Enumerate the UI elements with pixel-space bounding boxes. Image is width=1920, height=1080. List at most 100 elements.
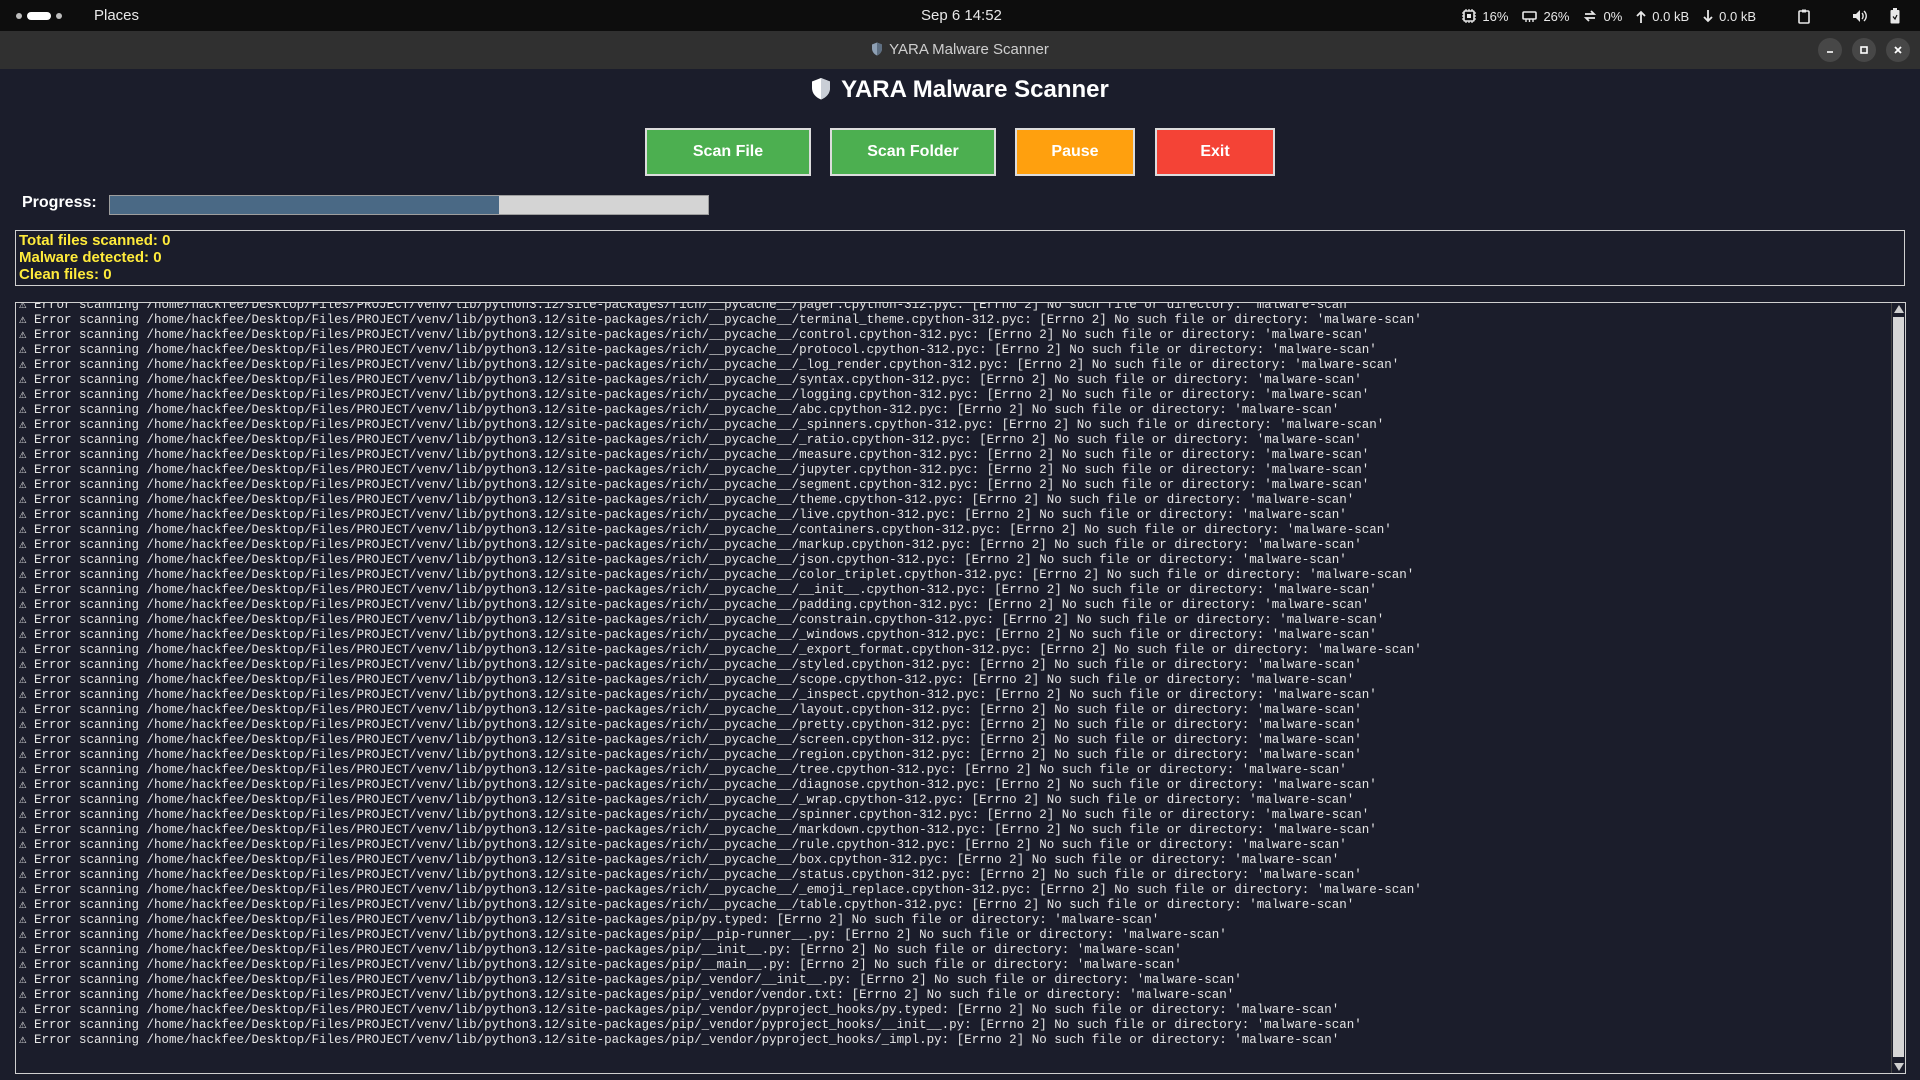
memory-value: 26% — [1543, 8, 1570, 24]
log-line: ⚠ Error scanning /home/hackfee/Desktop/F… — [19, 778, 1377, 792]
scan-file-button[interactable]: Scan File — [645, 128, 811, 176]
cpu-indicator[interactable]: 16% — [1462, 9, 1508, 24]
app-title: YARA Malware Scanner — [0, 76, 1920, 104]
minimize-icon — [1827, 51, 1833, 53]
swap-indicator[interactable]: 0% — [1583, 9, 1622, 24]
arrow-down-icon — [1703, 9, 1713, 22]
scan-log[interactable]: ⚠ Error scanning /home/hackfee/Desktop/F… — [15, 302, 1906, 1074]
upload-indicator[interactable]: 0.0 kB — [1636, 9, 1689, 24]
log-line: ⚠ Error scanning /home/hackfee/Desktop/F… — [19, 433, 1362, 447]
log-line: ⚠ Error scanning /home/hackfee/Desktop/F… — [19, 343, 1377, 357]
log-line: ⚠ Error scanning /home/hackfee/Desktop/F… — [19, 673, 1355, 687]
log-line: ⚠ Error scanning /home/hackfee/Desktop/F… — [19, 478, 1370, 492]
log-line: ⚠ Error scanning /home/hackfee/Desktop/F… — [19, 313, 1422, 327]
window-title-text: YARA Malware Scanner — [889, 41, 1049, 58]
clock[interactable]: Sep 6 14:52 — [921, 7, 1002, 24]
arrow-up-icon — [1636, 10, 1646, 23]
places-menu[interactable]: Places — [94, 7, 139, 24]
memory-icon — [1522, 11, 1538, 22]
exit-button[interactable]: Exit — [1155, 128, 1275, 176]
battery-icon — [1890, 8, 1900, 24]
log-line: ⚠ Error scanning /home/hackfee/Desktop/F… — [19, 853, 1340, 867]
window-titlebar[interactable]: YARA Malware Scanner — [0, 31, 1920, 69]
log-line: ⚠ Error scanning /home/hackfee/Desktop/F… — [19, 538, 1362, 552]
maximize-button[interactable] — [1852, 38, 1876, 62]
download-indicator[interactable]: 0.0 kB — [1703, 9, 1756, 24]
app-title-text: YARA Malware Scanner — [841, 76, 1109, 103]
volume-icon — [1853, 10, 1867, 22]
log-line: ⚠ Error scanning /home/hackfee/Desktop/F… — [19, 388, 1370, 402]
log-line: ⚠ Error scanning /home/hackfee/Desktop/F… — [19, 373, 1362, 387]
swap-value: 0% — [1603, 8, 1623, 24]
log-line: ⚠ Error scanning /home/hackfee/Desktop/F… — [19, 463, 1370, 477]
log-line: ⚠ Error scanning /home/hackfee/Desktop/F… — [19, 598, 1370, 612]
log-line: ⚠ Error scanning /home/hackfee/Desktop/F… — [19, 448, 1370, 462]
log-line: ⚠ Error scanning /home/hackfee/Desktop/F… — [19, 1018, 1362, 1032]
log-line: ⚠ Error scanning /home/hackfee/Desktop/F… — [19, 583, 1377, 597]
log-line: ⚠ Error scanning /home/hackfee/Desktop/F… — [19, 958, 1182, 972]
log-line: ⚠ Error scanning /home/hackfee/Desktop/F… — [19, 493, 1355, 507]
clean-files-stat: Clean files: 0 — [19, 266, 112, 283]
log-line: ⚠ Error scanning /home/hackfee/Desktop/F… — [19, 553, 1347, 567]
scroll-down-arrow-icon[interactable] — [1894, 1063, 1904, 1071]
download-value: 0.0 kB — [1719, 8, 1756, 24]
minimize-button[interactable] — [1818, 38, 1842, 62]
log-line: ⚠ Error scanning /home/hackfee/Desktop/F… — [19, 1003, 1340, 1017]
close-icon — [1894, 46, 1902, 54]
workspace-indicator[interactable] — [16, 11, 62, 21]
log-line: ⚠ Error scanning /home/hackfee/Desktop/F… — [19, 928, 1227, 942]
app-window: YARA Malware Scanner Scan File Scan Fold… — [0, 69, 1920, 1080]
workspace-dot — [16, 13, 22, 19]
window-title: YARA Malware Scanner — [0, 41, 1920, 58]
log-line: ⚠ Error scanning /home/hackfee/Desktop/F… — [19, 523, 1392, 537]
progress-bar — [109, 195, 709, 215]
pause-button[interactable]: Pause — [1015, 128, 1135, 176]
log-line: ⚠ Error scanning /home/hackfee/Desktop/F… — [19, 328, 1370, 342]
scan-log-lines: ⚠ Error scanning /home/hackfee/Desktop/F… — [19, 302, 1422, 1048]
scan-folder-button[interactable]: Scan Folder — [830, 128, 996, 176]
log-line: ⚠ Error scanning /home/hackfee/Desktop/F… — [19, 403, 1340, 417]
scroll-up-arrow-icon[interactable] — [1894, 305, 1904, 313]
log-line: ⚠ Error scanning /home/hackfee/Desktop/F… — [19, 943, 1182, 957]
log-line: ⚠ Error scanning /home/hackfee/Desktop/F… — [19, 658, 1362, 672]
volume-indicator[interactable] — [1852, 9, 1874, 23]
log-line: ⚠ Error scanning /home/hackfee/Desktop/F… — [19, 808, 1370, 822]
shield-icon — [812, 78, 831, 100]
scroll-thumb[interactable] — [1893, 317, 1904, 1057]
log-line: ⚠ Error scanning /home/hackfee/Desktop/F… — [19, 508, 1347, 522]
clipboard-indicator[interactable] — [1798, 9, 1816, 24]
clipboard-icon — [1798, 9, 1810, 24]
progress-label: Progress: — [22, 194, 97, 211]
progress-bar-fill — [110, 196, 499, 214]
log-line: ⚠ Error scanning /home/hackfee/Desktop/F… — [19, 823, 1377, 837]
log-line: ⚠ Error scanning /home/hackfee/Desktop/F… — [19, 868, 1362, 882]
battery-indicator[interactable] — [1890, 8, 1906, 24]
swap-icon — [1584, 10, 1597, 22]
log-line: ⚠ Error scanning /home/hackfee/Desktop/F… — [19, 688, 1377, 702]
log-line: ⚠ Error scanning /home/hackfee/Desktop/F… — [19, 913, 1160, 927]
log-line: ⚠ Error scanning /home/hackfee/Desktop/F… — [19, 838, 1347, 852]
log-line: ⚠ Error scanning /home/hackfee/Desktop/F… — [19, 898, 1355, 912]
log-scrollbar[interactable] — [1891, 303, 1905, 1073]
log-line: ⚠ Error scanning /home/hackfee/Desktop/F… — [19, 703, 1362, 717]
workspace-dot — [56, 13, 62, 19]
total-scanned-stat: Total files scanned: 0 — [19, 232, 171, 249]
log-line: ⚠ Error scanning /home/hackfee/Desktop/F… — [19, 733, 1362, 747]
stats-panel: Total files scanned: 0 Malware detected:… — [15, 230, 1905, 286]
active-workspace-pill — [27, 12, 51, 20]
log-line: ⚠ Error scanning /home/hackfee/Desktop/F… — [19, 418, 1385, 432]
log-line: ⚠ Error scanning /home/hackfee/Desktop/F… — [19, 1033, 1340, 1047]
close-button[interactable] — [1886, 38, 1910, 62]
cpu-value: 16% — [1482, 8, 1509, 24]
memory-indicator[interactable]: 26% — [1522, 9, 1569, 24]
log-line: ⚠ Error scanning /home/hackfee/Desktop/F… — [19, 628, 1377, 642]
log-line: ⚠ Error scanning /home/hackfee/Desktop/F… — [19, 613, 1385, 627]
top-panel: Places Sep 6 14:52 16% 26% 0% 0.0 kB 0.0… — [0, 0, 1920, 31]
log-line: ⚠ Error scanning /home/hackfee/Desktop/F… — [19, 302, 1355, 312]
maximize-icon — [1860, 46, 1868, 54]
shield-icon — [872, 42, 883, 56]
log-line: ⚠ Error scanning /home/hackfee/Desktop/F… — [19, 718, 1362, 732]
log-line: ⚠ Error scanning /home/hackfee/Desktop/F… — [19, 643, 1422, 657]
log-line: ⚠ Error scanning /home/hackfee/Desktop/F… — [19, 793, 1355, 807]
upload-value: 0.0 kB — [1652, 8, 1690, 24]
